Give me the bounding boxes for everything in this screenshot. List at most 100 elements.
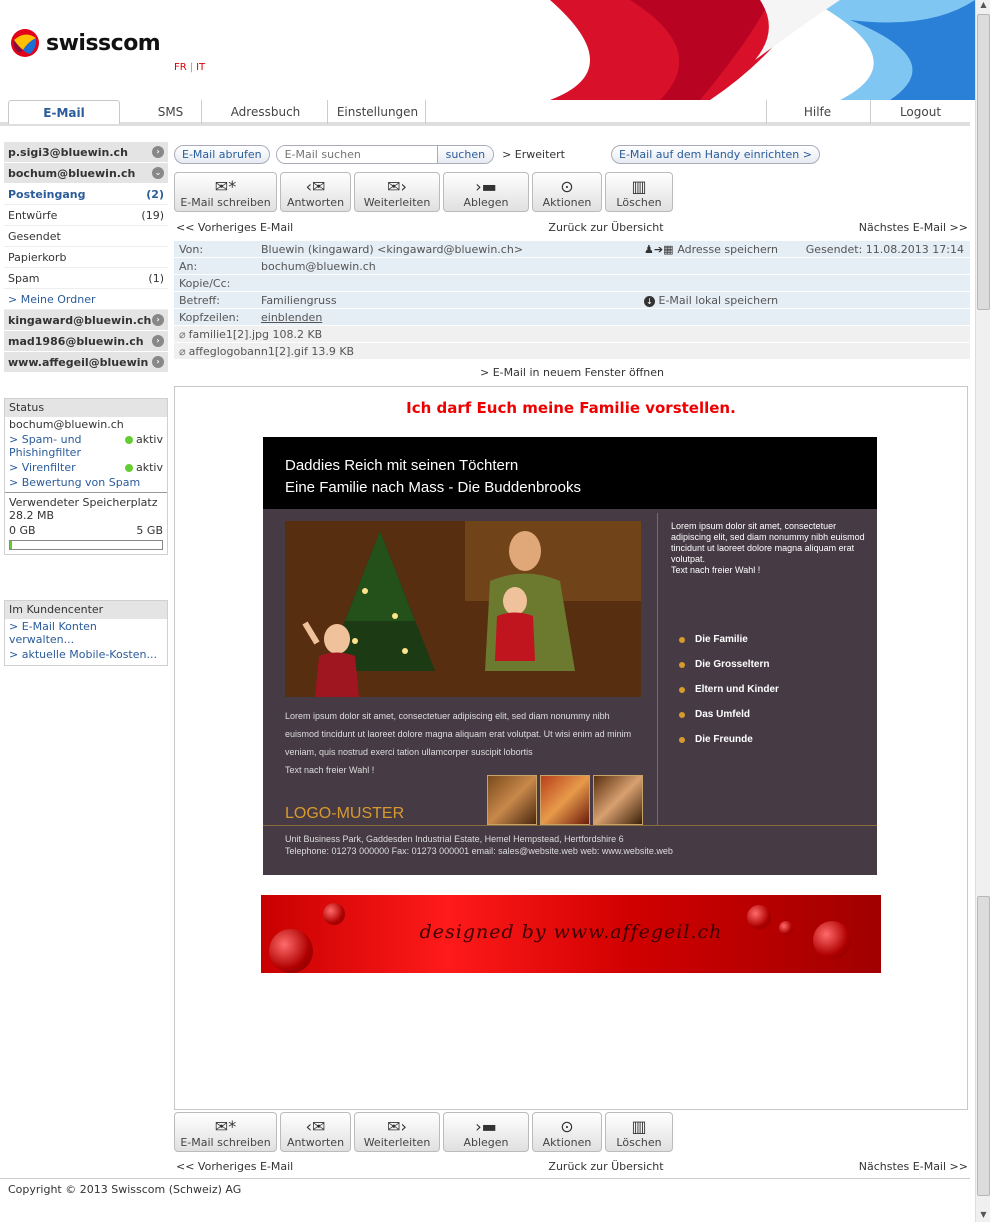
tab-help[interactable]: Hilfe (766, 100, 868, 124)
folder-move-icon: ›▬ (475, 177, 497, 196)
delete-label: Löschen (616, 1136, 662, 1149)
account-item[interactable]: p.sigi3@bluewin.ch › (4, 142, 168, 163)
file-button[interactable]: ›▬ Ablegen (443, 172, 529, 212)
scroll-down-icon[interactable]: ▼ (976, 1210, 990, 1222)
compose-button[interactable]: ✉* E-Mail schreiben (174, 1112, 277, 1152)
tab-settings[interactable]: Einstellungen (330, 100, 426, 124)
mail-title: Ich darf Euch meine Familie vorstellen. (406, 399, 736, 417)
sidebar: p.sigi3@bluewin.ch › bochum@bluewin.ch ⌄ P… (4, 142, 168, 373)
attachment-item[interactable]: ⌀ familie1[2].jpg 108.2 KB (174, 326, 970, 343)
spam-filter-link[interactable]: > Spam- und Phishingfilter (9, 433, 109, 459)
folder-trash[interactable]: Papierkorb (4, 247, 168, 268)
account-item[interactable]: mad1986@bluewin.ch › (4, 331, 168, 352)
tab-email[interactable]: E-Mail (8, 100, 120, 124)
page-scrollbar[interactable]: ▲ ▼ (975, 0, 990, 1222)
virus-filter-link[interactable]: > Virenfilter (9, 461, 76, 474)
mobile-setup-button[interactable]: E-Mail auf dem Handy einrichten > (611, 144, 820, 164)
scroll-up-icon[interactable]: ▲ (976, 0, 990, 12)
storage-quota-fill (10, 541, 12, 549)
prev-mail-link[interactable]: << Vorheriges E-Mail (176, 221, 293, 237)
newsletter-image: Daddies Reich mit seinen Töchtern Eine F… (263, 437, 877, 875)
from-row: Von: Bluewin (kingaward) <kingaward@blue… (174, 241, 970, 258)
back-to-overview-link[interactable]: Zurück zur Übersicht (548, 1160, 663, 1176)
from-value: Bluewin (kingaward) <kingaward@bluewin.c… (261, 242, 524, 256)
newsletter-lorem-note: Text nach freier Wahl ! (285, 765, 375, 775)
cc-label: Kopie/Cc: (179, 276, 231, 290)
save-address-link[interactable]: ♟➔▦ Adresse speichern (644, 243, 778, 256)
show-headers-link[interactable]: einblenden (261, 311, 322, 324)
mobile-costs-link[interactable]: > aktuelle Mobile-Kosten... (5, 647, 167, 665)
chevron-right-icon[interactable]: › (152, 335, 164, 347)
status-panel: Status bochum@bluewin.ch > Spam- und Phi… (4, 398, 168, 555)
attachment-item[interactable]: ⌀ affeglogobann1[2].gif 13.9 KB (174, 343, 970, 360)
search-input[interactable] (276, 145, 437, 163)
account-item[interactable]: bochum@bluewin.ch ⌄ (4, 163, 168, 184)
delete-button[interactable]: ▥ Löschen (605, 1112, 673, 1152)
newsletter-list-item: Die Familie (671, 627, 779, 652)
newsletter-divider (263, 825, 877, 826)
chevron-right-icon[interactable]: › (152, 146, 164, 158)
tab-addressbook[interactable]: Adressbuch (204, 100, 328, 124)
compose-button[interactable]: ✉* E-Mail schreiben (174, 172, 277, 212)
advanced-search-link[interactable]: > Erweitert (502, 148, 565, 161)
reply-icon: ‹✉ (305, 1117, 326, 1136)
tab-logout[interactable]: Logout (870, 100, 970, 124)
fetch-mail-button[interactable]: E-Mail abrufen (174, 144, 270, 164)
envelope-new-icon: ✉* (214, 1117, 237, 1136)
my-folders-link[interactable]: > Meine Ordner (4, 289, 168, 310)
save-local-link[interactable]: ↓ E-Mail lokal speichern (644, 294, 778, 307)
chevron-right-icon[interactable]: › (152, 356, 164, 368)
storage-used: 28.2 MB (9, 509, 55, 522)
actions-button[interactable]: ⊙ Aktionen (532, 172, 602, 212)
manage-accounts-link[interactable]: > E-Mail Konten verwalten... (5, 619, 167, 647)
folder-inbox[interactable]: Posteingang (2) (4, 184, 168, 205)
newsletter-contact: Telephone: 01273 000000 Fax: 01273 00000… (285, 846, 673, 856)
lang-fr-link[interactable]: FR (174, 62, 187, 73)
reply-button[interactable]: ‹✉ Antworten (280, 1112, 351, 1152)
to-row: An: bochum@bluewin.ch (174, 258, 970, 275)
attachment-label: affeglogobann1[2].gif 13.9 KB (188, 344, 355, 358)
folder-spam[interactable]: Spam (1) (4, 268, 168, 289)
newsletter-logo: LOGO-MUSTER (285, 805, 405, 822)
next-mail-link[interactable]: Nächstes E-Mail >> (859, 1160, 968, 1176)
cc-row: Kopie/Cc: (174, 275, 970, 292)
chevron-right-icon[interactable]: › (152, 314, 164, 326)
status-dot-icon (125, 436, 133, 444)
account-label: bochum@bluewin.ch (8, 166, 136, 180)
folder-drafts[interactable]: Entwürfe (19) (4, 205, 168, 226)
thumbnail-image (540, 775, 590, 825)
account-label: kingaward@bluewin.ch (8, 313, 152, 327)
delete-button[interactable]: ▥ Löschen (605, 172, 673, 212)
next-mail-link[interactable]: Nächstes E-Mail >> (859, 221, 968, 237)
forward-button[interactable]: ✉› Weiterleiten (354, 1112, 440, 1152)
prev-mail-link[interactable]: << Vorheriges E-Mail (176, 1160, 293, 1176)
newsletter-header: Daddies Reich mit seinen Töchtern Eine F… (263, 437, 877, 509)
compose-label: E-Mail schreiben (180, 196, 271, 209)
mail-header: Von: Bluewin (kingaward) <kingaward@blue… (174, 241, 970, 360)
scrollbar-thumb[interactable] (977, 896, 990, 1196)
lang-it-link[interactable]: IT (196, 62, 205, 73)
newsletter-side-paragraph: Lorem ipsum dolor sit amet, consectetuer… (671, 521, 865, 564)
status-title: Status (5, 399, 167, 417)
scrollbar-thumb[interactable] (977, 14, 990, 310)
open-new-window-link[interactable]: > E-Mail in neuem Fenster öffnen (174, 366, 970, 379)
account-item[interactable]: kingaward@bluewin.ch › (4, 310, 168, 331)
account-item[interactable]: www.affegeil@bluewin.ch › (4, 352, 168, 373)
reply-button[interactable]: ‹✉ Antworten (280, 172, 351, 212)
mail-toolbar-top: ✉* E-Mail schreiben ‹✉ Antworten ✉› Weiterl… (174, 172, 673, 212)
folder-count: (2) (146, 187, 164, 201)
spam-rating-link[interactable]: > Bewertung von Spam (5, 475, 167, 493)
tab-sms[interactable]: SMS (140, 100, 202, 124)
folder-sent[interactable]: Gesendet (4, 226, 168, 247)
actions-button[interactable]: ⊙ Aktionen (532, 1112, 602, 1152)
forward-button[interactable]: ✉› Weiterleiten (354, 172, 440, 212)
back-to-overview-link[interactable]: Zurück zur Übersicht (548, 221, 663, 237)
newsletter-lorem-text: Lorem ipsum dolor sit amet, consectetuer… (285, 711, 632, 757)
file-button[interactable]: ›▬ Ablegen (443, 1112, 529, 1152)
search-button[interactable]: suchen (436, 145, 494, 163)
thumbnail-image (593, 775, 643, 825)
chevron-down-icon[interactable]: ⌄ (152, 167, 164, 179)
newsletter-list-item: Eltern und Kinder (671, 677, 779, 702)
swisscom-logo[interactable]: swisscom (10, 28, 161, 58)
language-switch: FR | IT (174, 62, 206, 73)
